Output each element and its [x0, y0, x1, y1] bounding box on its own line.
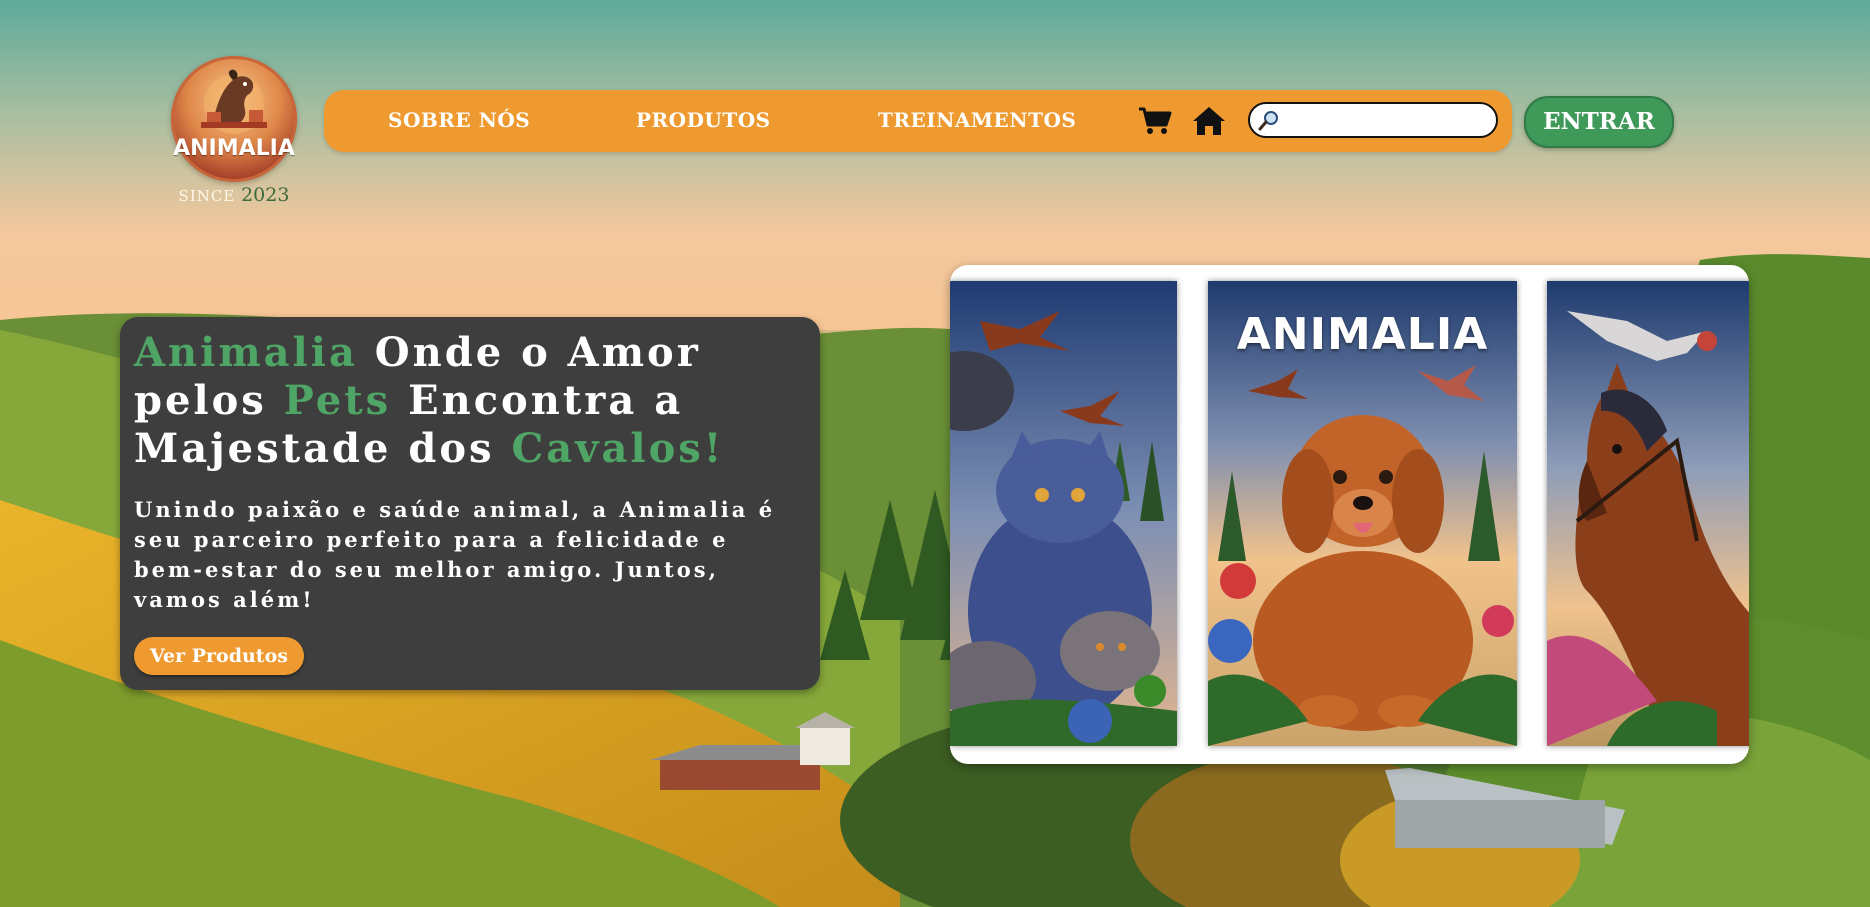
nav-link-treinamentos[interactable]: TREINAMENTOS — [878, 108, 1076, 132]
logo-wordmark: ANIMALIA — [173, 136, 295, 161]
since-year: 2023 — [241, 184, 290, 206]
image-gallery: ANIMALIA — [950, 265, 1749, 764]
since-caption: SINCE 2023 — [171, 184, 297, 206]
shopping-cart-icon[interactable] — [1138, 106, 1172, 136]
main-navbar: SOBRE NÓS PRODUTOS TREINAMENTOS — [324, 90, 1512, 152]
home-icon[interactable] — [1192, 106, 1226, 136]
golden-retriever-image[interactable]: ANIMALIA — [1208, 281, 1517, 746]
magnifier-icon — [1258, 111, 1278, 131]
hero-title-part: Cavalos! — [511, 425, 725, 472]
view-products-button[interactable]: Ver Produtos — [134, 637, 304, 675]
animalia-logo[interactable]: ANIMALIA — [171, 56, 297, 182]
nav-link-sobre-nos[interactable]: SOBRE NÓS — [388, 108, 530, 132]
search-input[interactable] — [1286, 108, 1490, 134]
since-label: SINCE — [178, 187, 236, 205]
login-button[interactable]: ENTRAR — [1524, 96, 1674, 148]
hero-title: Animalia Onde o Amor pelos Pets Encontra… — [134, 329, 814, 473]
horse-and-bird-image[interactable] — [1547, 281, 1749, 746]
hero-card: Animalia Onde o Amor pelos Pets Encontra… — [120, 317, 820, 690]
hero-subtitle: Unindo paixão e saúde animal, a Animalia… — [134, 497, 776, 612]
gallery-brand-banner: ANIMALIA — [1236, 309, 1489, 360]
cats-and-birds-image[interactable] — [950, 281, 1177, 746]
nav-link-produtos[interactable]: PRODUTOS — [636, 108, 771, 132]
search-field[interactable] — [1248, 102, 1498, 138]
landing-page: ANIMALIA SINCE 2023 SOBRE NÓS PRODUTOS T… — [0, 0, 1870, 907]
hero-title-part: Animalia — [134, 329, 358, 376]
horse-emblem-icon — [201, 69, 267, 134]
hero-title-part: Pets — [283, 377, 392, 424]
